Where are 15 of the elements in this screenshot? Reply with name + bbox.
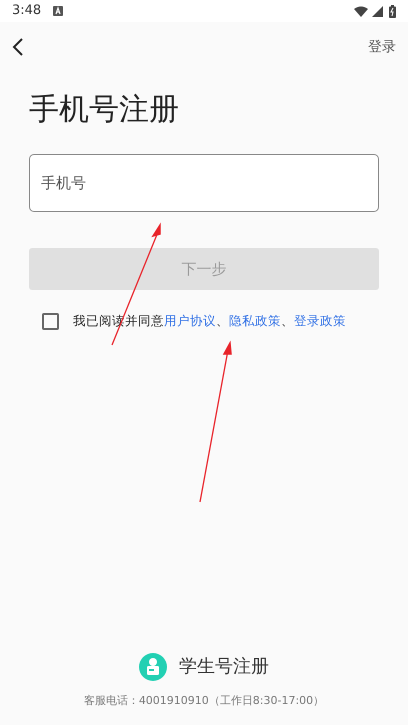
policy-link[interactable]: 登录政策 bbox=[294, 313, 346, 328]
battery-icon bbox=[389, 4, 396, 18]
agreement-checkbox[interactable] bbox=[42, 312, 59, 330]
notification-icon bbox=[53, 6, 64, 16]
policy-link[interactable]: 用户协议 bbox=[164, 313, 216, 328]
wifi-icon bbox=[354, 6, 368, 16]
signal-icon bbox=[372, 6, 383, 16]
student-register-link[interactable]: 学生号注册 bbox=[179, 653, 269, 680]
back-icon[interactable] bbox=[12, 38, 24, 56]
login-link[interactable]: 登录 bbox=[368, 36, 396, 58]
policy-link[interactable]: 隐私政策 bbox=[229, 313, 281, 328]
phone-input[interactable]: 手机号 bbox=[29, 154, 379, 212]
hotline-text: 客服电话：4001910910（工作日8:30-17:00） bbox=[82, 692, 326, 708]
status-time: 3:48 bbox=[12, 2, 42, 20]
page-title: 手机号注册 bbox=[29, 92, 180, 128]
